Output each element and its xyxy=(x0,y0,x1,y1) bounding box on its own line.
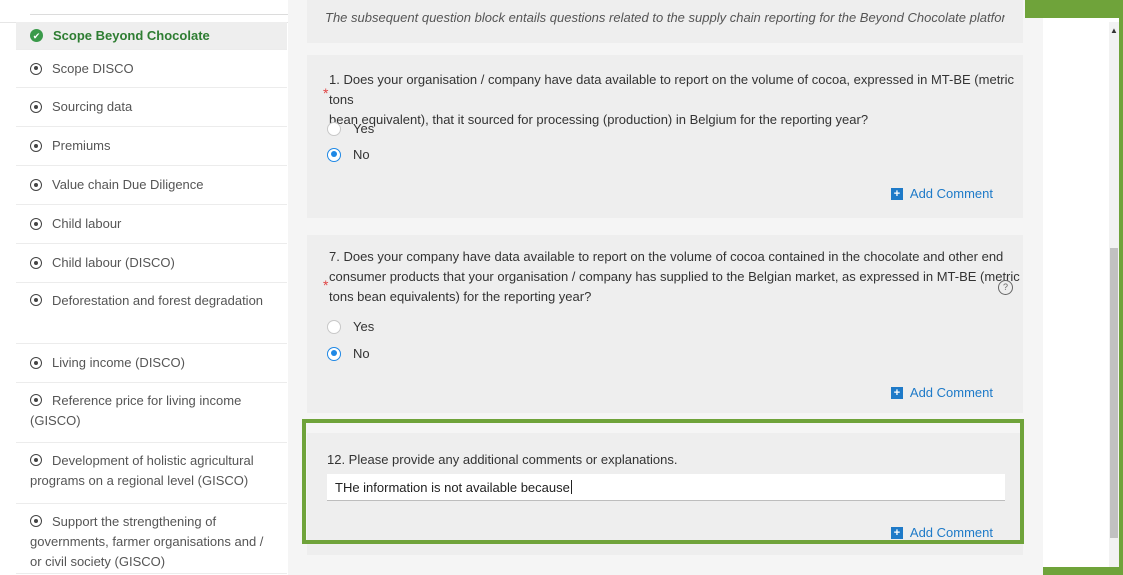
add-comment-label: Add Comment xyxy=(909,385,993,400)
question-text-line: consumer products that your organisation… xyxy=(329,269,1020,284)
sidebar-nav: ✔ Scope Beyond Chocolate Scope DISCO Sou… xyxy=(16,22,287,575)
sidebar-item-child-labour[interactable]: Child labour xyxy=(16,205,287,244)
question-7-text: 7. Does your company have data available… xyxy=(329,247,1020,307)
sidebar-item-label: Child labour (DISCO) xyxy=(52,255,175,270)
radio-bullet-icon xyxy=(30,140,42,152)
sidebar-item-sourcing-data[interactable]: Sourcing data xyxy=(16,88,287,127)
plus-icon: + xyxy=(890,386,903,399)
sidebar-item-label: Value chain Due Diligence xyxy=(52,177,204,192)
right-pane xyxy=(1043,0,1109,575)
sidebar-item-premiums[interactable]: Premiums xyxy=(16,127,287,166)
add-comment-label: Add Comment xyxy=(909,186,993,201)
intro-block: The subsequent question block entails qu… xyxy=(307,0,1023,43)
radio-button-selected[interactable] xyxy=(327,346,341,361)
sidebar-item-label: Premiums xyxy=(52,138,111,153)
question-text-line: bean equivalent), that it sourced for pr… xyxy=(329,112,869,127)
sidebar-item-holistic-programs[interactable]: Development of holistic agricultural pro… xyxy=(16,443,287,504)
scroll-up-arrow-icon[interactable]: ▲ xyxy=(1110,26,1118,35)
vertical-scrollbar[interactable]: ▲ xyxy=(1109,22,1119,575)
sidebar-item-label: Reference price for living income (GISCO… xyxy=(30,393,242,428)
radio-bullet-icon xyxy=(30,515,42,527)
sidebar-item-reference-price[interactable]: Reference price for living income (GISCO… xyxy=(16,383,287,443)
plus-icon: + xyxy=(890,187,903,200)
radio-bullet-icon xyxy=(30,62,42,75)
required-asterisk: * xyxy=(323,85,329,101)
sidebar-item-label: Scope DISCO xyxy=(52,60,134,76)
radio-bullet-icon xyxy=(30,357,42,369)
question-1-block: * 1. Does your organisation / company ha… xyxy=(307,55,1023,218)
option-yes[interactable]: Yes xyxy=(327,319,374,334)
sidebar-item-label: Support the strengthening of governments… xyxy=(30,514,264,569)
option-label: No xyxy=(353,346,370,361)
highlight-frame xyxy=(302,419,1024,544)
sidebar-item-support-governments[interactable]: Support the strengthening of governments… xyxy=(16,504,287,574)
option-no[interactable]: No xyxy=(327,147,370,162)
sidebar-item-living-income-disco[interactable]: Living income (DISCO) xyxy=(16,344,287,383)
check-circle-icon: ✔ xyxy=(30,29,43,42)
question-7-block: * 7. Does your company have data availab… xyxy=(307,235,1023,413)
green-frame-bottom xyxy=(1043,567,1123,575)
radio-bullet-icon xyxy=(30,101,42,113)
question-text-line: tons bean equivalents) for the reporting… xyxy=(329,289,592,304)
sidebar-item-label: Sourcing data xyxy=(52,99,133,114)
option-label: Yes xyxy=(353,121,375,136)
sidebar-item-label: Child labour xyxy=(52,216,122,231)
question-text-line: 1. Does your organisation / company have… xyxy=(329,72,1015,107)
green-frame-top xyxy=(1025,0,1123,18)
radio-button[interactable] xyxy=(327,319,341,334)
sidebar-item-deforestation[interactable]: Deforestation and forest degradation xyxy=(16,283,287,344)
sidebar-item-scope-disco[interactable]: Scope DISCO xyxy=(16,50,287,88)
sidebar-item-label: Living income (DISCO) xyxy=(52,355,185,370)
help-icon[interactable]: ? xyxy=(998,280,1013,295)
add-comment-button[interactable]: + Add Comment xyxy=(890,385,993,400)
option-label: Yes xyxy=(353,319,375,334)
intro-text: The subsequent question block entails qu… xyxy=(325,10,1005,25)
question-1-text: 1. Does your organisation / company have… xyxy=(329,70,1023,130)
required-asterisk: * xyxy=(323,277,329,293)
radio-bullet-icon xyxy=(30,179,42,191)
green-frame-side xyxy=(1119,0,1123,575)
question-text-line: 7. Does your company have data available… xyxy=(329,249,1004,264)
radio-bullet-icon xyxy=(30,454,42,466)
option-no[interactable]: No xyxy=(327,346,370,361)
radio-button[interactable] xyxy=(327,121,341,136)
radio-button-selected[interactable] xyxy=(327,147,341,162)
radio-bullet-icon xyxy=(30,294,42,306)
add-comment-button[interactable]: + Add Comment xyxy=(890,186,993,201)
radio-bullet-icon xyxy=(30,218,42,230)
sidebar-item-scope-beyond-chocolate[interactable]: ✔ Scope Beyond Chocolate xyxy=(16,22,287,50)
sidebar-item-label: Deforestation and forest degradation xyxy=(52,293,264,308)
scrollbar-thumb[interactable] xyxy=(1110,248,1118,538)
radio-bullet-icon xyxy=(30,394,42,406)
radio-bullet-icon xyxy=(30,257,42,269)
option-label: No xyxy=(353,147,370,162)
sidebar-item-label: Scope Beyond Chocolate xyxy=(53,27,210,43)
option-yes[interactable]: Yes xyxy=(327,121,374,136)
sidebar-item-value-chain-due-diligence[interactable]: Value chain Due Diligence xyxy=(16,166,287,205)
sidebar-item-label: Development of holistic agricultural pro… xyxy=(30,453,254,488)
sidebar-item-child-labour-disco[interactable]: Child labour (DISCO) xyxy=(16,244,287,283)
